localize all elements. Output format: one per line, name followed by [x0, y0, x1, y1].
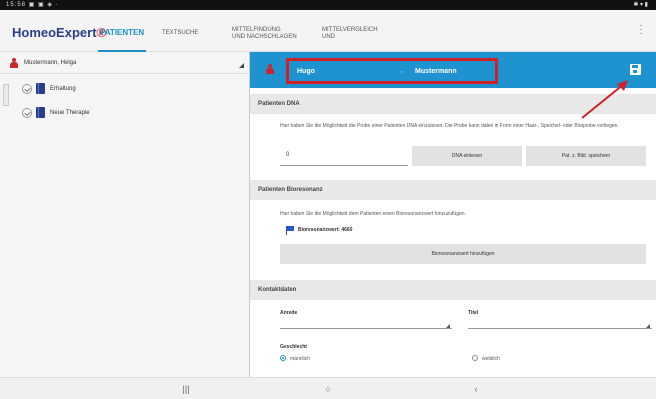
- flag-icon: [286, 226, 294, 235]
- status-bar: 15:58 ▣ ▣ ◈ · ✱ ▾ ▮: [0, 0, 656, 10]
- gender-label: Geschlecht: [280, 344, 307, 350]
- drawer-handle[interactable]: [3, 84, 9, 106]
- radio-male[interactable]: [280, 355, 286, 361]
- anrede-label: Anrede: [280, 310, 298, 316]
- radio-female[interactable]: [472, 355, 478, 361]
- contact-section-title: Kontaktdaten: [258, 287, 297, 293]
- expand-corner-icon[interactable]: [239, 63, 244, 68]
- status-left: 15:58 ▣ ▣ ◈ ·: [6, 2, 59, 8]
- titel-label: Titel: [468, 310, 479, 316]
- dna-input[interactable]: 0: [280, 146, 408, 166]
- dna-input-value: 0: [286, 152, 290, 158]
- tab-patienten-label: Patienten: [100, 28, 145, 37]
- home-button[interactable]: ○: [318, 382, 338, 396]
- tab-mittelvergleich[interactable]: Mittelvergleich und: [322, 10, 402, 52]
- tab-mittelvergleich-line2: und: [322, 34, 335, 40]
- book-icon: [36, 107, 45, 118]
- first-name-field[interactable]: Hugo: [297, 68, 315, 75]
- book-icon: [36, 83, 45, 94]
- app-bar: HomeoExpert® Patienten Textsuche Mittelf…: [0, 10, 656, 52]
- app-logo: HomeoExpert®: [12, 25, 106, 40]
- sidebar-item-label: Neue Therapie: [50, 110, 90, 116]
- dna-read-button[interactable]: DNA einlesen: [412, 146, 522, 166]
- patient-icon: [10, 58, 18, 68]
- dropdown-corner-icon[interactable]: [446, 324, 450, 328]
- tab-textsuche-label: Textsuche: [162, 30, 199, 36]
- save-icon[interactable]: [630, 64, 641, 75]
- dna-section-header: Patienten DNA: [250, 94, 656, 114]
- radio-male-label: männlich: [290, 356, 311, 362]
- dna-description: Hier haben Sie die Möglichkeit die Probe…: [280, 123, 619, 129]
- back-button[interactable]: ‹: [466, 382, 486, 396]
- tab-mittelvergleich-line1: Mittelvergleich: [322, 27, 378, 33]
- tab-mittelfindung[interactable]: Mittelfindung und Nachschlagen: [232, 10, 312, 52]
- patient-detail-panel: Hugo , Mustermann Patienten DNA Hier hab…: [250, 52, 656, 377]
- contact-section-header: Kontaktdaten: [250, 280, 656, 300]
- recents-button[interactable]: |||: [176, 382, 196, 396]
- patient-header: Hugo , Mustermann: [250, 52, 656, 88]
- last-name-field[interactable]: Mustermann: [415, 68, 457, 75]
- bio-description: Hier haben Sie die Möglichkeit dem Patie…: [280, 211, 466, 217]
- system-nav-bar: ||| ○ ‹: [0, 377, 656, 399]
- bio-add-button[interactable]: Bioresonanzwert hinzufügen: [280, 244, 646, 264]
- tab-mittelfindung-line2: und Nachschlagen: [232, 34, 297, 40]
- dna-save-button[interactable]: Pat. z. Bild. speichern: [526, 146, 646, 166]
- tab-textsuche[interactable]: Textsuche: [162, 10, 212, 52]
- bio-section-header: Patienten Bioresonanz: [250, 180, 656, 200]
- titel-field[interactable]: [468, 328, 652, 329]
- anrede-field[interactable]: [280, 328, 452, 329]
- tab-mittelfindung-line1: Mittelfindung: [232, 27, 281, 33]
- more-vert-icon[interactable]: · · ·: [638, 21, 644, 39]
- radio-female-label: weiblich: [482, 356, 500, 362]
- patient-row[interactable]: Mustermann, Helga: [0, 52, 250, 74]
- patient-name: Mustermann, Helga: [24, 60, 77, 66]
- name-separator: ,: [401, 67, 403, 74]
- patient-avatar-icon: [266, 64, 274, 74]
- patient-name-highlight: Hugo , Mustermann: [286, 58, 498, 84]
- dropdown-corner-icon[interactable]: [646, 324, 650, 328]
- dna-section-title: Patienten DNA: [258, 101, 300, 107]
- bio-result: Bioresonanzwert: 4660: [298, 227, 353, 233]
- bio-section-title: Patienten Bioresonanz: [258, 187, 323, 193]
- patient-sidebar: Mustermann, Helga Erhaltung Neue Therapi…: [0, 52, 250, 377]
- sidebar-item-label: Erhaltung: [50, 86, 76, 92]
- status-right: ✱ ▾ ▮: [633, 2, 648, 8]
- tab-patienten[interactable]: Patienten: [98, 10, 150, 52]
- logo-text: HomeoExpert: [12, 25, 97, 40]
- check-circle-icon[interactable]: [22, 108, 32, 118]
- check-circle-icon[interactable]: [22, 84, 32, 94]
